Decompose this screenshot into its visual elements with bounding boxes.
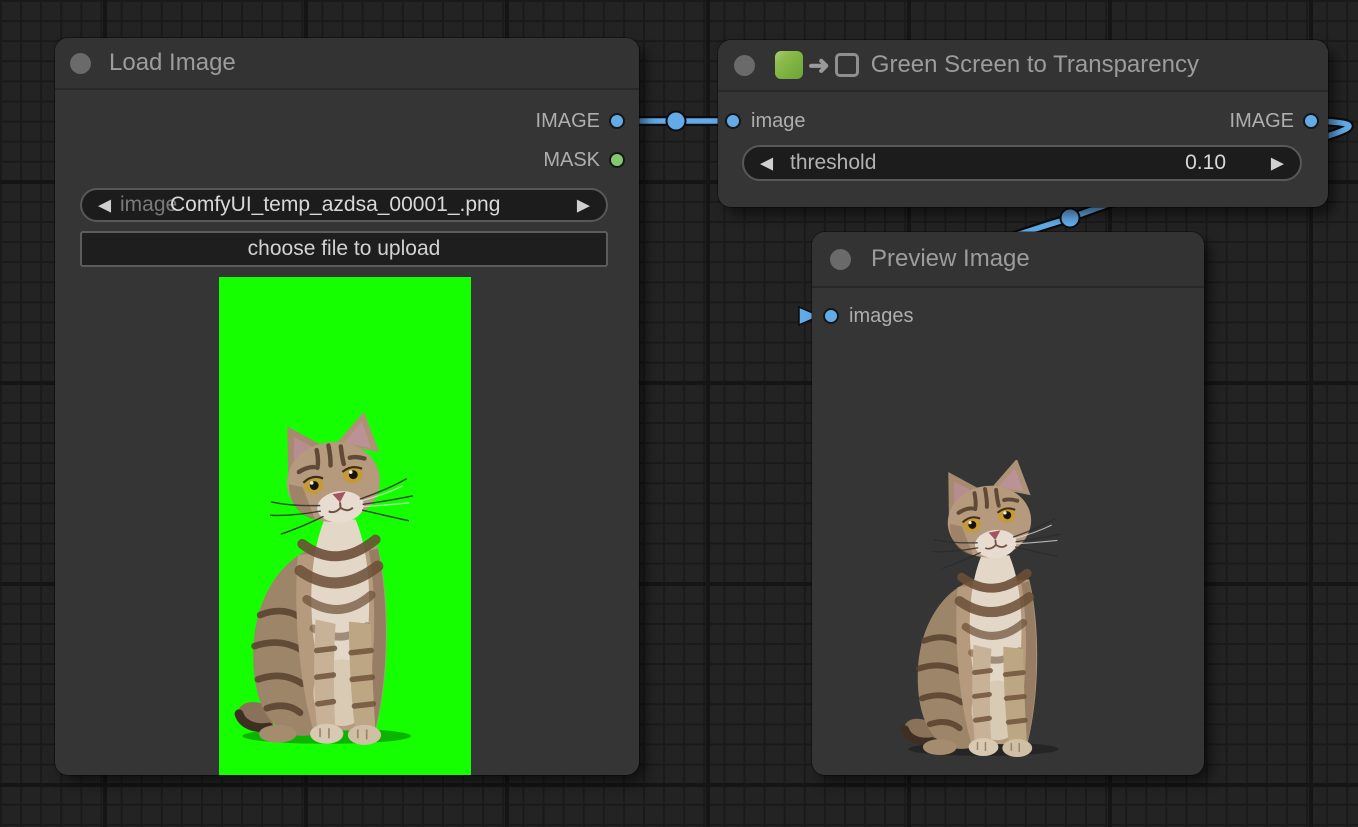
input-dot-images[interactable] bbox=[823, 308, 839, 324]
node-preview-image[interactable]: Preview Image images bbox=[812, 232, 1204, 775]
cat-image bbox=[231, 413, 418, 746]
upload-file-button[interactable]: choose file to upload bbox=[80, 231, 608, 267]
threshold-label: threshold bbox=[790, 151, 876, 175]
input-slot-label: images bbox=[849, 305, 913, 328]
node-title: Load Image bbox=[109, 49, 236, 77]
threshold-value: 0.10 bbox=[1185, 151, 1226, 175]
output-dot-image[interactable] bbox=[609, 113, 625, 129]
output-dot-image[interactable] bbox=[1303, 113, 1319, 129]
preview-result-cat-image bbox=[898, 460, 1065, 758]
link-midpoint-dot[interactable] bbox=[1061, 209, 1080, 228]
node-canvas[interactable]: Load Image IMAGE MASK ◀ image ComfyUI_te… bbox=[0, 0, 1358, 827]
green-square-icon bbox=[775, 51, 803, 79]
input-dot-image[interactable] bbox=[725, 113, 741, 129]
link-midpoint-dot[interactable] bbox=[667, 112, 686, 131]
combo-label: image bbox=[120, 193, 177, 217]
increment-arrow-icon[interactable]: ▶ bbox=[1271, 155, 1284, 172]
white-square-icon bbox=[835, 53, 859, 77]
output-slot-label: IMAGE bbox=[536, 110, 600, 133]
combo-next-arrow-icon[interactable]: ▶ bbox=[577, 197, 590, 214]
output-dot-mask[interactable] bbox=[609, 152, 625, 168]
node-title: Green Screen to Transparency bbox=[871, 51, 1199, 79]
output-slot-label: MASK bbox=[543, 149, 600, 172]
right-arrow-icon: ➜ bbox=[808, 52, 830, 78]
node-titlebar[interactable]: ➜ Green Screen to Transparency bbox=[718, 40, 1328, 92]
collapse-dot-icon[interactable] bbox=[734, 55, 755, 76]
image-combo-widget[interactable]: ◀ image ComfyUI_temp_azdsa_00001_.png ▶ bbox=[80, 188, 608, 222]
input-slot-label: image bbox=[751, 110, 805, 133]
collapse-dot-icon[interactable] bbox=[830, 249, 851, 270]
input-slot-image: image bbox=[725, 108, 805, 134]
output-slot-image: IMAGE bbox=[1230, 108, 1319, 134]
node-title: Preview Image bbox=[871, 245, 1030, 273]
node-titlebar[interactable]: Load Image bbox=[55, 38, 639, 90]
decrement-arrow-icon[interactable]: ◀ bbox=[760, 155, 773, 172]
combo-prev-arrow-icon[interactable]: ◀ bbox=[98, 197, 111, 214]
node-load-image[interactable]: Load Image IMAGE MASK ◀ image ComfyUI_te… bbox=[55, 38, 639, 775]
output-slot-mask: MASK bbox=[543, 147, 625, 173]
collapse-dot-icon[interactable] bbox=[70, 53, 91, 74]
loaded-image-preview bbox=[219, 277, 471, 775]
node-green-screen-to-transparency[interactable]: ➜ Green Screen to Transparency image IMA… bbox=[718, 40, 1328, 207]
node-titlebar[interactable]: Preview Image bbox=[812, 232, 1204, 288]
threshold-slider-widget[interactable]: ◀ threshold 0.10 ▶ bbox=[742, 145, 1302, 181]
output-slot-image: IMAGE bbox=[536, 108, 625, 134]
combo-value: ComfyUI_temp_azdsa_00001_.png bbox=[170, 193, 500, 217]
output-slot-label: IMAGE bbox=[1230, 110, 1294, 133]
input-slot-images: images bbox=[823, 303, 913, 329]
